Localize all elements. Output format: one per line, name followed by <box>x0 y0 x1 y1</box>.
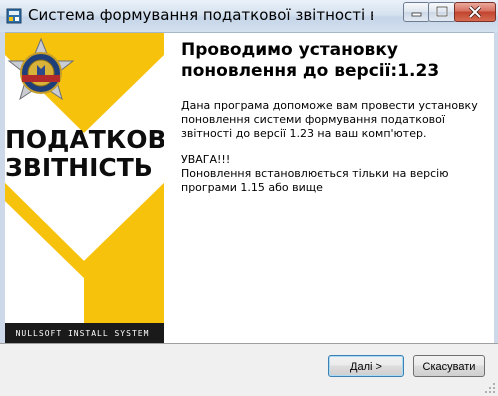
close-icon <box>468 5 482 19</box>
window-title: Система формування податкової звітності … <box>28 6 373 24</box>
cancel-button[interactable]: Скасувати <box>413 355 485 377</box>
window-border-right <box>494 32 498 343</box>
installer-app-icon <box>6 8 22 24</box>
warning-text: Поновлення встановлюється тільки на верс… <box>181 167 449 194</box>
intro-text: Дана програма допоможе вам провести уста… <box>181 99 478 140</box>
button-bar-divider <box>0 343 498 344</box>
title-bar[interactable]: Система формування податкової звітності … <box>0 0 498 33</box>
banner-title-line-2: ЗВІТНІСТЬ <box>5 153 153 182</box>
installer-window: Система формування податкової звітності … <box>0 0 498 396</box>
next-button[interactable]: Далі > <box>328 355 404 377</box>
button-bar: Далі > Скасувати <box>0 343 498 396</box>
nsis-branding: NULLSOFT INSTALL SYSTEM <box>15 329 150 338</box>
maximize-button[interactable] <box>428 2 456 22</box>
warning-title: УВАГА!!! <box>181 153 231 166</box>
minimize-icon <box>411 12 422 17</box>
resize-grip-icon[interactable] <box>484 382 496 394</box>
page-title: Проводимо установку поновлення до версії… <box>181 40 440 81</box>
maximize-icon <box>435 5 449 18</box>
welcome-content: Проводимо установку поновлення до версії… <box>164 33 494 343</box>
banner-graphic <box>5 37 164 343</box>
welcome-banner: ПОДАТКОВА ЗВІТНІСТЬ NULLSOFT INSTALL SYS… <box>5 33 164 343</box>
banner-title-line-1: ПОДАТКОВА <box>5 125 164 154</box>
minimize-button[interactable] <box>403 2 430 22</box>
close-button[interactable] <box>454 2 496 22</box>
